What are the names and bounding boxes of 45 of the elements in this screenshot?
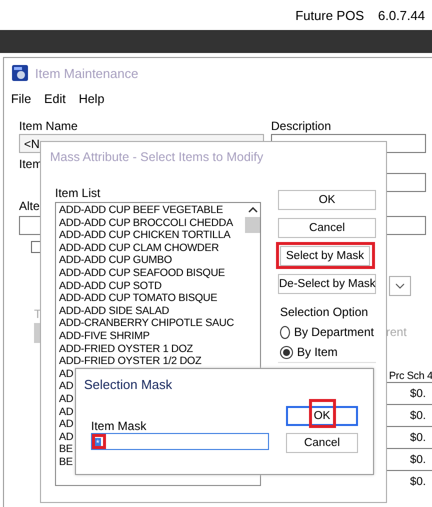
dialog-button[interactable]: OK [286, 406, 358, 426]
radio-label[interactable]: By Department [294, 325, 374, 339]
field-label: Description [271, 119, 332, 133]
dialog-title: Mass Attribute - Select Items to Modify [49, 149, 264, 166]
menu-item[interactable]: Help [78, 92, 104, 106]
list-label: Item List [55, 186, 102, 200]
list-item[interactable]: ADD-FRIED OYSTER 1/2 DOZ [59, 355, 245, 368]
group-label: Selection Option [280, 305, 370, 319]
list-item[interactable]: ADD-ADD CUP BEEF VEGETABLE [59, 204, 245, 217]
field-label: Alte [19, 199, 40, 213]
radio-label[interactable]: By Item [297, 345, 338, 359]
list-item[interactable]: ADD-ADD CUP CHICKEN TORTILLA [59, 229, 245, 242]
list-item[interactable]: ADD-FIVE SHRIMP [59, 330, 245, 343]
app-icon [12, 65, 28, 81]
field-label: T [34, 307, 42, 321]
app-title: Future POS [295, 8, 364, 22]
list-item[interactable]: ADD-ADD CUP BROCCOLI CHEDDA [59, 216, 245, 230]
list-item[interactable]: ADD-ADD CUP TOMATO BISQUE [59, 292, 245, 305]
menu-item[interactable]: File [11, 92, 32, 106]
list-item[interactable]: ADD-ADD CUP SOTD [59, 280, 245, 292]
chevron-down-icon [395, 283, 405, 289]
chevron-up-icon [248, 207, 258, 213]
dialog-button[interactable]: De-Select by Mask [278, 274, 376, 294]
scrollbar-thumb[interactable] [245, 217, 260, 233]
dialog-title: Selection Mask [83, 376, 174, 392]
list-item[interactable]: ADD-ADD CUP SEAFOOD BISQUE [59, 266, 245, 280]
list-item[interactable]: ADD-ADD SIDE SALAD [59, 304, 245, 318]
field-label: rent [386, 325, 407, 339]
menu-item[interactable]: Edit [44, 92, 66, 106]
list-item[interactable]: ADD-ADD CUP GUMBO [59, 254, 245, 267]
radio-button[interactable] [280, 326, 290, 338]
version-number: 6.0.7.44 [378, 8, 425, 22]
dialog-button[interactable]: Select by Mask [280, 246, 370, 266]
dialog-button[interactable]: Cancel [286, 433, 358, 453]
dropdown[interactable] [389, 276, 411, 296]
dialog-button[interactable]: Cancel [278, 218, 376, 238]
field-label: Item Name [19, 119, 78, 133]
list-item[interactable]: ADD-FRIED OYSTER 1 DOZ [59, 342, 245, 356]
dialog-button[interactable]: OK [278, 190, 376, 210]
radio-button[interactable] [280, 346, 293, 358]
list-item[interactable]: ADD-ADD CUP CLAM CHOWDER [59, 242, 245, 254]
field-label: Item Mask [91, 419, 148, 433]
window-title: Item Maintenance [35, 66, 138, 81]
item-mask-field[interactable]: * [91, 433, 269, 450]
list-item[interactable]: ADD-CRANBERRY CHIPOTLE SAUC [59, 317, 245, 330]
